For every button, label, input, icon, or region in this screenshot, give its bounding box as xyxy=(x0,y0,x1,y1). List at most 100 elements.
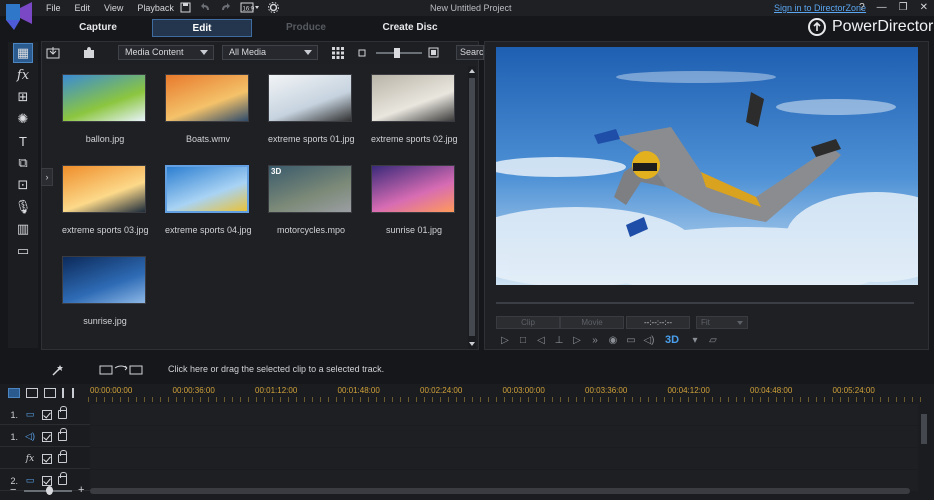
media-item[interactable]: extreme sports 02.jpg xyxy=(371,74,458,144)
subtitle-room-icon[interactable]: ▭ xyxy=(13,241,33,261)
media-item[interactable]: ballon.jpg xyxy=(62,74,148,144)
fast-forward-icon[interactable]: » xyxy=(589,335,601,346)
zoom-out-icon[interactable]: − xyxy=(10,484,16,496)
menu-edit[interactable]: Edit xyxy=(75,3,91,13)
track-enable-checkbox[interactable] xyxy=(42,453,52,464)
clip-mode-button[interactable]: Clip xyxy=(496,316,560,329)
3d-toggle-button[interactable]: 3D xyxy=(661,334,683,346)
media-thumbnail[interactable] xyxy=(268,74,352,122)
track-lane[interactable] xyxy=(90,448,918,469)
media-item[interactable]: extreme sports 01.jpg xyxy=(268,74,355,144)
trim-split-tools-icon[interactable] xyxy=(99,364,145,376)
scroll-thumb[interactable] xyxy=(921,414,927,444)
title-room-icon[interactable]: T xyxy=(13,131,33,151)
fit-dropdown[interactable]: Fit xyxy=(696,316,748,329)
stop-icon[interactable]: □ xyxy=(517,335,529,346)
media-item[interactable]: sunrise 01.jpg xyxy=(371,165,457,235)
grid-view-icon[interactable] xyxy=(332,47,344,59)
timecode-display[interactable]: --:--:--:-- xyxy=(626,316,690,329)
zoom-in-icon[interactable]: + xyxy=(78,484,84,496)
library-scrollbar[interactable] xyxy=(468,66,476,349)
drop-hint-text[interactable]: Click here or drag the selected clip to … xyxy=(168,364,384,374)
media-thumbnail[interactable] xyxy=(62,74,146,122)
pip-room-icon[interactable]: ⊞ xyxy=(13,87,33,107)
tab-produce[interactable]: Produce xyxy=(256,19,356,37)
track-enable-checkbox[interactable] xyxy=(42,431,52,442)
settings-gear-icon[interactable] xyxy=(268,2,280,13)
slider-knob[interactable] xyxy=(394,48,400,58)
library-search-input[interactable]: Search xyxy=(456,45,484,60)
large-thumbnail-icon[interactable] xyxy=(428,47,439,58)
track-lock-icon[interactable] xyxy=(58,428,67,441)
audio-mixing-room-icon[interactable]: ⊡ xyxy=(13,175,33,195)
library-expand-button[interactable]: › xyxy=(41,168,53,186)
fx-room-icon[interactable]: fx xyxy=(13,65,33,85)
track-lock-icon[interactable] xyxy=(58,450,67,463)
track-lane[interactable] xyxy=(90,426,918,447)
preview-quality-icon[interactable]: ▭ xyxy=(625,335,637,346)
movie-mode-button[interactable]: Movie xyxy=(560,316,624,329)
restore-icon[interactable]: ❐ xyxy=(899,2,908,13)
help-icon[interactable]: ? xyxy=(859,2,865,13)
transition-room-icon[interactable]: ⧉ xyxy=(13,153,33,173)
redo-icon[interactable] xyxy=(220,2,232,13)
aspect-ratio-icon[interactable]: 16:9 xyxy=(240,2,260,13)
scroll-thumb[interactable] xyxy=(469,78,475,336)
signin-link[interactable]: Sign in to DirectorZone xyxy=(774,3,866,13)
small-thumbnail-icon[interactable] xyxy=(358,49,366,57)
track-manager-icon[interactable] xyxy=(44,388,56,398)
timeline-horizontal-scrollbar[interactable] xyxy=(90,488,910,494)
voiceover-room-icon[interactable]: 🎙 xyxy=(13,197,33,217)
content-dropdown[interactable]: Media Content xyxy=(118,45,214,60)
filter-dropdown[interactable]: All Media xyxy=(222,45,318,60)
tab-create-disc[interactable]: Create Disc xyxy=(360,19,460,37)
magic-tools-icon[interactable] xyxy=(51,364,65,376)
menu-playback[interactable]: Playback xyxy=(137,3,174,13)
timeline-vertical-scrollbar[interactable] xyxy=(920,404,928,474)
media-room-icon[interactable]: ▦ xyxy=(13,43,33,63)
save-icon[interactable] xyxy=(180,2,192,13)
plugin-puzzle-icon[interactable] xyxy=(82,46,96,59)
menu-view[interactable]: View xyxy=(104,3,123,13)
tab-edit[interactable]: Edit xyxy=(152,19,252,37)
minimize-icon[interactable]: — xyxy=(877,2,887,13)
media-item[interactable]: extreme sports 04.jpg xyxy=(165,165,252,235)
menu-file[interactable]: File xyxy=(46,3,61,13)
snapshot-icon[interactable]: ◉ xyxy=(607,335,619,346)
media-thumbnail[interactable] xyxy=(165,74,249,122)
track-lane[interactable] xyxy=(90,404,918,425)
preview-progress-bar[interactable] xyxy=(496,302,914,304)
scroll-up-icon[interactable] xyxy=(469,68,475,74)
play-icon[interactable]: ▷ xyxy=(499,335,511,346)
track-enable-checkbox[interactable] xyxy=(42,475,52,486)
media-item[interactable]: Boats.wmv xyxy=(165,74,251,144)
next-frame-icon[interactable]: ▷ xyxy=(571,335,583,346)
track-enable-checkbox[interactable] xyxy=(42,409,52,420)
3d-options-chevron-icon[interactable]: ▾ xyxy=(689,335,701,346)
zoom-slider-knob[interactable] xyxy=(46,486,53,495)
track-lock-icon[interactable] xyxy=(58,472,67,485)
fit-timeline-icon[interactable] xyxy=(62,388,74,398)
previous-frame-icon[interactable]: ◁ xyxy=(535,335,547,346)
timeline-view-icon[interactable] xyxy=(8,388,20,398)
media-item[interactable]: sunrise.jpg xyxy=(62,256,148,326)
track-lock-icon[interactable] xyxy=(58,406,67,419)
media-item[interactable]: extreme sports 03.jpg xyxy=(62,165,149,235)
split-icon[interactable]: ⊥ xyxy=(553,335,565,346)
upload-circle-icon[interactable] xyxy=(808,18,826,36)
import-media-icon[interactable] xyxy=(46,46,60,59)
media-thumbnail[interactable] xyxy=(165,165,249,213)
media-thumbnail[interactable] xyxy=(62,165,146,213)
thumbnail-size-slider[interactable] xyxy=(376,48,422,58)
volume-icon[interactable]: ◁) xyxy=(643,335,655,346)
media-thumbnail[interactable] xyxy=(62,256,146,304)
media-thumbnail[interactable] xyxy=(371,165,455,213)
media-thumbnail[interactable] xyxy=(371,74,455,122)
media-item[interactable]: 3D motorcycles.mpo xyxy=(268,165,354,235)
scroll-down-icon[interactable] xyxy=(469,341,475,347)
timeline-ruler[interactable]: 00:00:00:00 00:00:36:00 00:01:12:00 00:01:4… xyxy=(88,384,934,402)
media-thumbnail[interactable]: 3D xyxy=(268,165,352,213)
tab-capture[interactable]: Capture xyxy=(48,19,148,37)
close-icon[interactable]: ✕ xyxy=(920,2,928,13)
particle-room-icon[interactable]: ✺ xyxy=(13,109,33,129)
